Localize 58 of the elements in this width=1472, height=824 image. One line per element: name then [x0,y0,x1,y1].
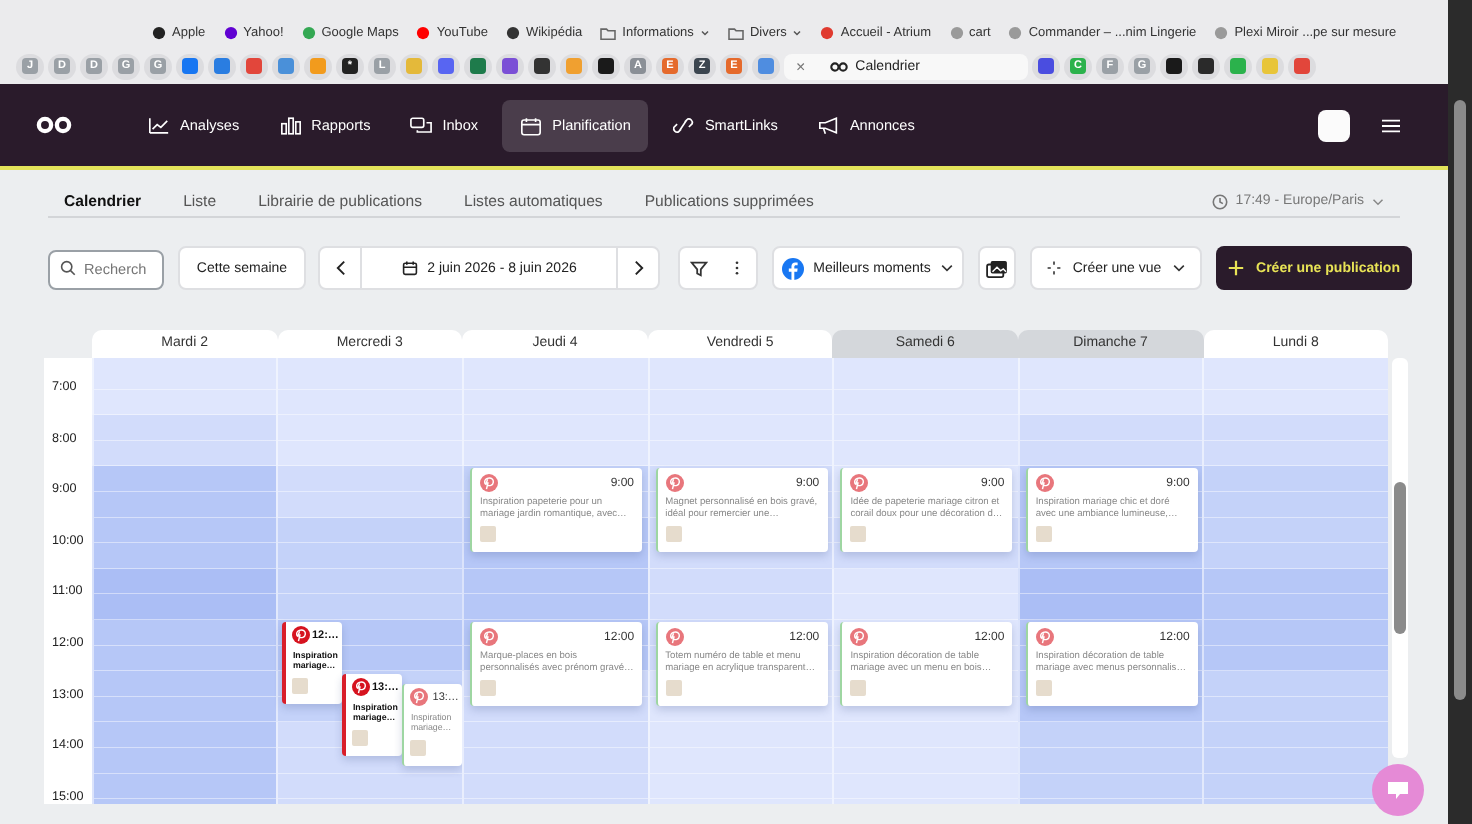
image-thumbnail [665,680,682,696]
browser-tab[interactable] [528,53,556,79]
line-chart-icon [148,115,170,135]
images-icon [986,259,1008,277]
pinterest-icon [292,626,311,644]
image-thumbnail [850,680,867,696]
folder-icon [727,25,744,39]
image-thumbnail [352,730,369,746]
bar-chart-icon [279,115,302,135]
logo-icon[interactable] [36,116,72,134]
filter-icon [690,259,708,277]
chat-button[interactable] [1372,764,1424,816]
pinterest-icon [850,628,869,646]
image-thumbnail [1035,526,1052,542]
chevron-down-icon [792,29,803,35]
calendar-icon [520,115,543,135]
pinterest-icon [410,688,429,706]
pinterest-icon [1035,474,1054,492]
scrollbar[interactable] [1448,0,1472,824]
chevron-right-icon [633,260,643,276]
pinterest-icon [1035,628,1054,646]
media-button[interactable] [978,246,1016,290]
megaphone-icon [817,115,840,135]
folder-icon [600,25,617,39]
chevron-down-icon [1171,264,1186,272]
facebook-icon [781,257,804,279]
pinterest-icon [850,474,869,492]
image-thumbnail [410,740,427,756]
browser-tab[interactable] [1159,53,1188,79]
chat-bubbles-icon [410,115,433,135]
browser-tab[interactable] [1191,53,1220,79]
image-thumbnail [665,526,682,542]
pinterest-icon [665,628,684,646]
avatar[interactable] [1318,109,1350,141]
pinterest-icon [352,678,371,696]
chevron-left-icon [335,260,345,276]
image-thumbnail [480,526,497,542]
scrollbar[interactable] [1392,358,1408,758]
chevron-down-icon [699,29,710,35]
infinity-icon [829,61,848,71]
pinterest-icon [480,474,499,492]
pinterest-icon [665,474,684,492]
browser-tab[interactable] [592,53,620,79]
more-icon [734,260,740,276]
chevron-down-icon [1372,197,1384,205]
chat-icon [1386,780,1410,800]
pinterest-icon [480,628,499,646]
plus-icon [1228,260,1245,276]
calendar-icon [401,260,418,276]
image-thumbnail [1035,680,1052,696]
image-thumbnail [480,680,497,696]
clock-icon [1211,193,1228,209]
menu-icon[interactable] [1382,117,1400,133]
sparkle-icon [1046,260,1063,276]
chevron-down-icon [940,264,955,272]
link-icon [672,115,695,135]
image-thumbnail [292,678,309,694]
image-thumbnail [850,526,867,542]
